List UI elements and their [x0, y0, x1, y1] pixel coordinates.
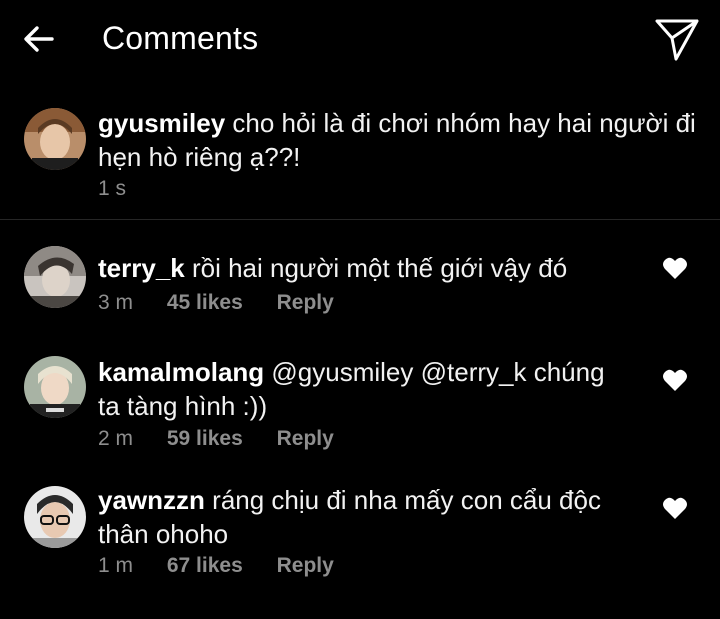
caption-text: gyusmiley cho hỏi là đi chơi nhóm hay ha… [98, 106, 696, 174]
profile-photo [24, 486, 86, 548]
page-title: Comments [102, 20, 259, 56]
comment-likes[interactable]: 45 likes [167, 291, 243, 314]
paper-plane-icon [655, 19, 699, 61]
comment-text: yawnzzn ráng chịu đi nha mấy con cẩu độc… [98, 483, 601, 551]
like-button[interactable] [662, 256, 688, 280]
caption-body-line1: cho hỏi là đi chơi nhóm hay hai người đi [232, 108, 696, 138]
arrow-left-icon [24, 26, 54, 52]
comment-time: 2 m [98, 427, 134, 450]
avatar[interactable] [24, 246, 86, 308]
like-button[interactable] [662, 368, 688, 392]
comment-meta: 1 m 67 likes Reply [98, 553, 362, 579]
comment-likes[interactable]: 67 likes [167, 554, 243, 577]
caption-body-line2: hẹn hò riêng ạ??! [98, 142, 301, 172]
profile-photo [24, 108, 86, 170]
avatar[interactable] [24, 486, 86, 548]
heart-icon [663, 497, 687, 519]
comment-body-line1: @gyusmiley @terry_k chúng [271, 357, 605, 387]
send-button[interactable] [654, 16, 700, 62]
profile-photo [24, 356, 86, 418]
avatar[interactable] [24, 356, 86, 418]
header-bar: Comments [0, 0, 720, 80]
caption-meta: 1 s [98, 176, 154, 202]
like-button[interactable] [662, 496, 688, 520]
profile-photo [24, 246, 86, 308]
comment-text: kamalmolang @gyusmiley @terry_k chúng ta… [98, 355, 605, 423]
reply-button[interactable]: Reply [277, 291, 334, 314]
comment-username[interactable]: yawnzzn [98, 485, 205, 515]
comment-body-line2: ta tàng hình :)) [98, 391, 268, 421]
comment-body-line1: ráng chịu đi nha mấy con cẩu độc [212, 485, 601, 515]
caption-username[interactable]: gyusmiley [98, 108, 225, 138]
reply-button[interactable]: Reply [277, 427, 334, 450]
comment-meta: 2 m 59 likes Reply [98, 426, 362, 452]
comment-body-line2: thân ohoho [98, 519, 229, 549]
reply-button[interactable]: Reply [277, 554, 334, 577]
comment-username[interactable]: terry_k [98, 253, 185, 283]
caption-time: 1 s [98, 177, 127, 200]
comment-text: terry_k rồi hai người một thế giới vậy đ… [98, 251, 567, 285]
comment-meta: 3 m 45 likes Reply [98, 290, 362, 316]
comment-likes[interactable]: 59 likes [167, 427, 243, 450]
comment-time: 1 m [98, 554, 134, 577]
back-button[interactable] [22, 22, 56, 56]
comment-username[interactable]: kamalmolang [98, 357, 264, 387]
avatar[interactable] [24, 108, 86, 170]
comment-time: 3 m [98, 291, 134, 314]
comment-body-line1: rồi hai người một thế giới vậy đó [191, 253, 568, 283]
heart-icon [663, 369, 687, 391]
divider [0, 219, 720, 220]
heart-icon [663, 257, 687, 279]
